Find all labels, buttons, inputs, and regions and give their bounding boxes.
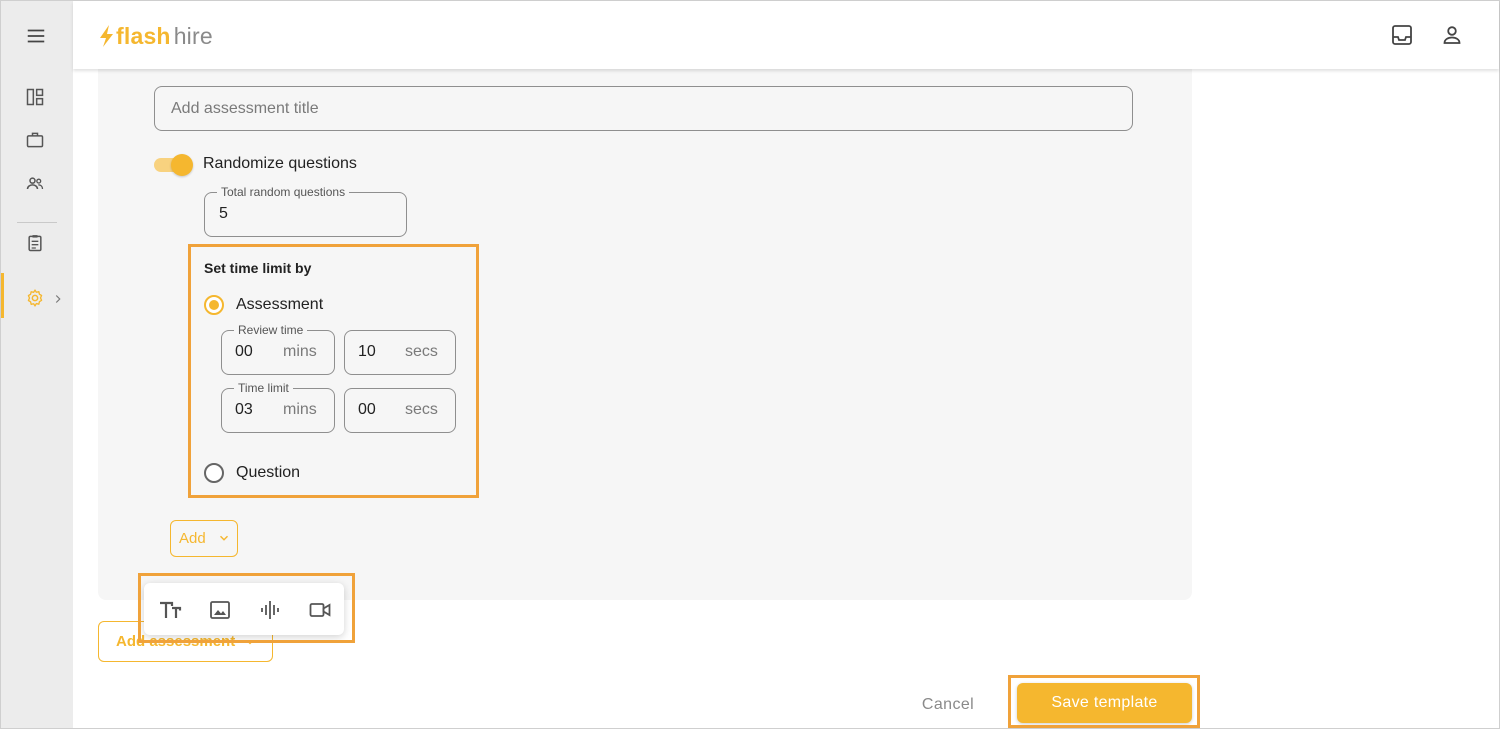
- dashboard-icon[interactable]: [25, 87, 47, 109]
- total-random-questions-label: Total random questions: [217, 185, 350, 199]
- chevron-down-icon: [219, 535, 229, 541]
- inbox-icon[interactable]: [1390, 23, 1414, 47]
- assessment-panel: Randomize questions Total random questio…: [98, 69, 1192, 600]
- bolt-icon: [100, 25, 113, 47]
- add-media-label: Add: [179, 530, 206, 547]
- chevron-right-icon: [55, 295, 61, 303]
- people-icon[interactable]: [25, 174, 47, 196]
- app-header: flash hire: [73, 1, 1499, 69]
- briefcase-icon[interactable]: [25, 130, 47, 152]
- sidebar-divider: [17, 222, 57, 223]
- sidebar-active-indicator: [1, 273, 4, 318]
- time-limit-highlight: [188, 244, 479, 498]
- gear-icon: [27, 289, 43, 307]
- randomize-toggle[interactable]: [154, 153, 194, 176]
- media-menu-highlight: [138, 573, 355, 643]
- assessment-title-input[interactable]: [154, 86, 1133, 131]
- clipboard-icon[interactable]: [25, 233, 47, 255]
- add-media-button[interactable]: Add: [170, 520, 238, 557]
- user-icon[interactable]: [1440, 23, 1464, 47]
- menu-icon[interactable]: [25, 25, 47, 47]
- main-content: Randomize questions Total random questio…: [73, 69, 1499, 728]
- sidebar: [1, 1, 73, 728]
- logo-brand: flash: [116, 22, 171, 49]
- randomize-label: Randomize questions: [203, 155, 357, 172]
- toggle-knob: [171, 154, 193, 176]
- save-button-highlight: [1008, 675, 1200, 728]
- cancel-button[interactable]: Cancel: [910, 690, 986, 720]
- total-random-questions-value: 5: [219, 205, 228, 222]
- logo[interactable]: flash hire: [99, 21, 213, 51]
- logo-suffix: hire: [173, 22, 213, 49]
- total-random-questions-field[interactable]: Total random questions 5: [204, 185, 407, 237]
- sidebar-item-settings[interactable]: [25, 288, 67, 310]
